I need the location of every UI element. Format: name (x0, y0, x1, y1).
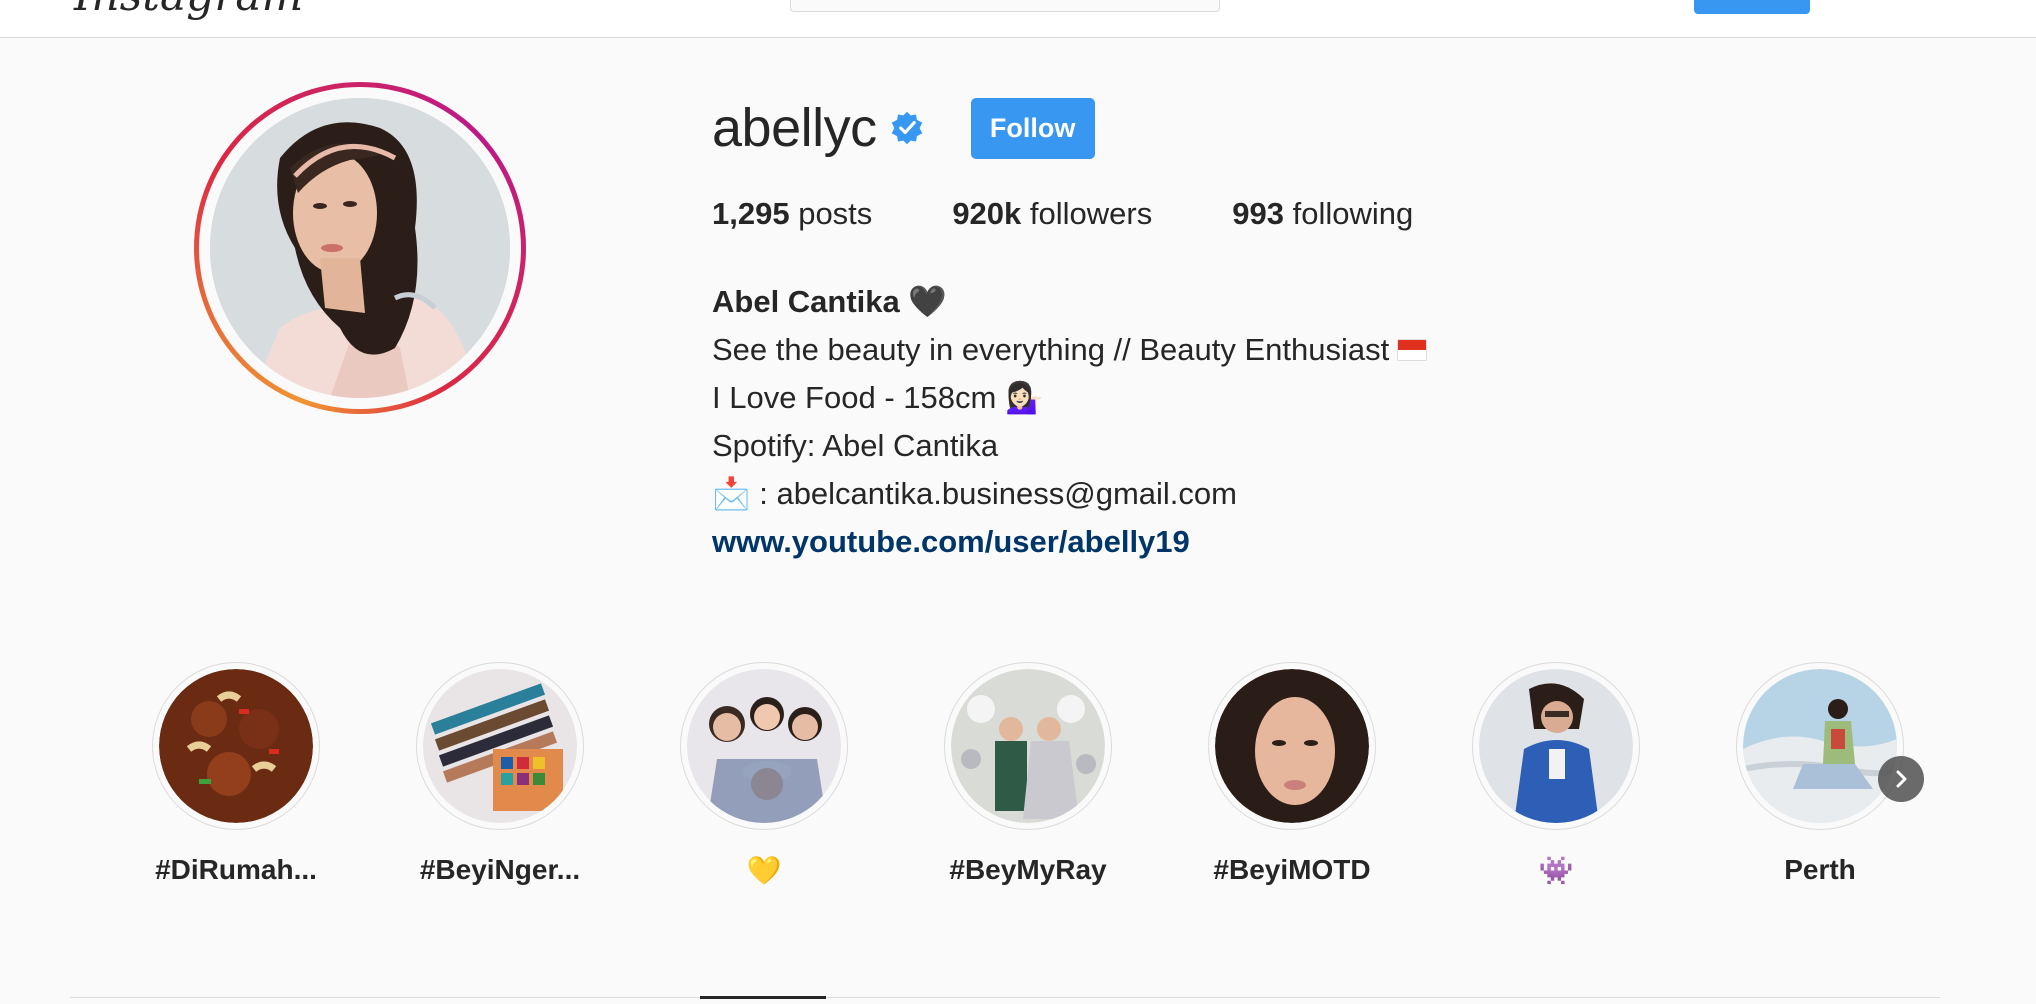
bio-text-1: See the beauty in everything // Beauty E… (712, 332, 1390, 367)
profile-bio: Abel Cantika 🖤 See the beauty in everyth… (712, 278, 1428, 566)
highlight-item[interactable]: #BeyiMOTD (1192, 662, 1392, 886)
highlight-makeup-image (1215, 669, 1369, 823)
highlight-food-image (159, 669, 313, 823)
heart-emoji: 🖤 (908, 284, 948, 319)
username-row: abellyc Follow (712, 96, 1095, 160)
highlight-item[interactable]: #BeyMyRay (928, 662, 1128, 886)
highlight-label: Perth (1784, 854, 1856, 885)
highlight-cover (1472, 662, 1640, 830)
followers-count: 920k (952, 196, 1022, 231)
indonesia-flag-icon (1397, 339, 1428, 361)
highlight-palette-image (423, 669, 577, 823)
story-highlights: #DiRumah... #BeyiNger... 💛 #BeyMyRay #Be… (0, 662, 2036, 902)
avatar-portrait-image (210, 98, 510, 398)
followers-stat[interactable]: 920k followers (952, 196, 1152, 232)
highlight-label: #BeyiNger... (419, 854, 581, 885)
instagram-logo[interactable]: Instagram (74, 0, 303, 21)
bio-text-3: Spotify: Abel Cantika (712, 428, 999, 463)
highlight-cover (152, 662, 320, 830)
highlight-cover (680, 662, 848, 830)
following-count: 993 (1232, 196, 1284, 231)
website-link[interactable]: www.youtube.com/user/abelly19 (712, 524, 1190, 559)
chevron-right-icon (1896, 770, 1907, 788)
search-input[interactable] (790, 0, 1220, 12)
highlight-label: #BeyMyRay (949, 854, 1107, 885)
posts-label: posts (798, 196, 873, 231)
highlight-wedding-image (951, 669, 1105, 823)
highlight-item[interactable]: 👾 (1456, 662, 1656, 887)
follow-button[interactable]: Follow (970, 97, 1095, 159)
highlight-label: 💛 (746, 855, 782, 886)
highlight-item[interactable]: #BeyiNger... (400, 662, 600, 886)
highlight-label: #BeyiMOTD (1213, 854, 1371, 885)
bio-line-3: Spotify: Abel Cantika (712, 422, 1427, 470)
verified-badge-icon (891, 111, 922, 145)
top-nav-button[interactable] (1694, 0, 1810, 14)
bio-name-line: Abel Cantika 🖤 (712, 278, 1427, 326)
highlight-family-image (687, 669, 841, 823)
profile-header: abellyc Follow (712, 96, 1095, 160)
highlight-label: 👾 (1538, 855, 1574, 886)
highlight-cover (1208, 662, 1376, 830)
tipping-hand-emoji: 💁🏻‍♀️ (1004, 380, 1044, 415)
full-name: Abel Cantika (712, 284, 900, 319)
highlight-label: #DiRumah... (155, 854, 317, 885)
highlight-denim-image (1479, 669, 1633, 823)
bio-text-2: I Love Food - 158cm (712, 380, 997, 415)
profile-stats: 1,295 posts 920k followers 993 following (712, 196, 1493, 232)
top-nav-bar: Instagram (0, 0, 2036, 38)
highlights-next-button[interactable] (1878, 756, 1924, 802)
bio-line-5: www.youtube.com/user/abelly19 (712, 518, 1427, 566)
highlight-item[interactable]: 💛 (664, 662, 864, 887)
tab-bar-divider (70, 997, 1940, 998)
highlight-beach-image (1743, 669, 1897, 823)
profile-avatar[interactable] (210, 98, 510, 398)
bio-email: : abelcantika.business@gmail.com (750, 476, 1237, 511)
bio-line-4: 📩 : abelcantika.business@gmail.com (712, 470, 1427, 518)
envelope-emoji: 📩 (712, 476, 751, 511)
highlight-cover (1736, 662, 1904, 830)
highlight-cover (944, 662, 1112, 830)
bio-line-1: See the beauty in everything // Beauty E… (712, 326, 1428, 374)
posts-stat: 1,295 posts (712, 196, 872, 232)
tab-posts-indicator[interactable] (700, 996, 826, 999)
followers-label: followers (1029, 196, 1153, 231)
posts-count: 1,295 (712, 196, 790, 231)
bio-line-2: I Love Food - 158cm 💁🏻‍♀️ (712, 374, 1427, 422)
username: abellyc (712, 98, 877, 158)
following-label: following (1292, 196, 1414, 231)
following-stat[interactable]: 993 following (1232, 196, 1413, 232)
highlight-item[interactable]: #DiRumah... (136, 662, 336, 886)
highlight-cover (416, 662, 584, 830)
